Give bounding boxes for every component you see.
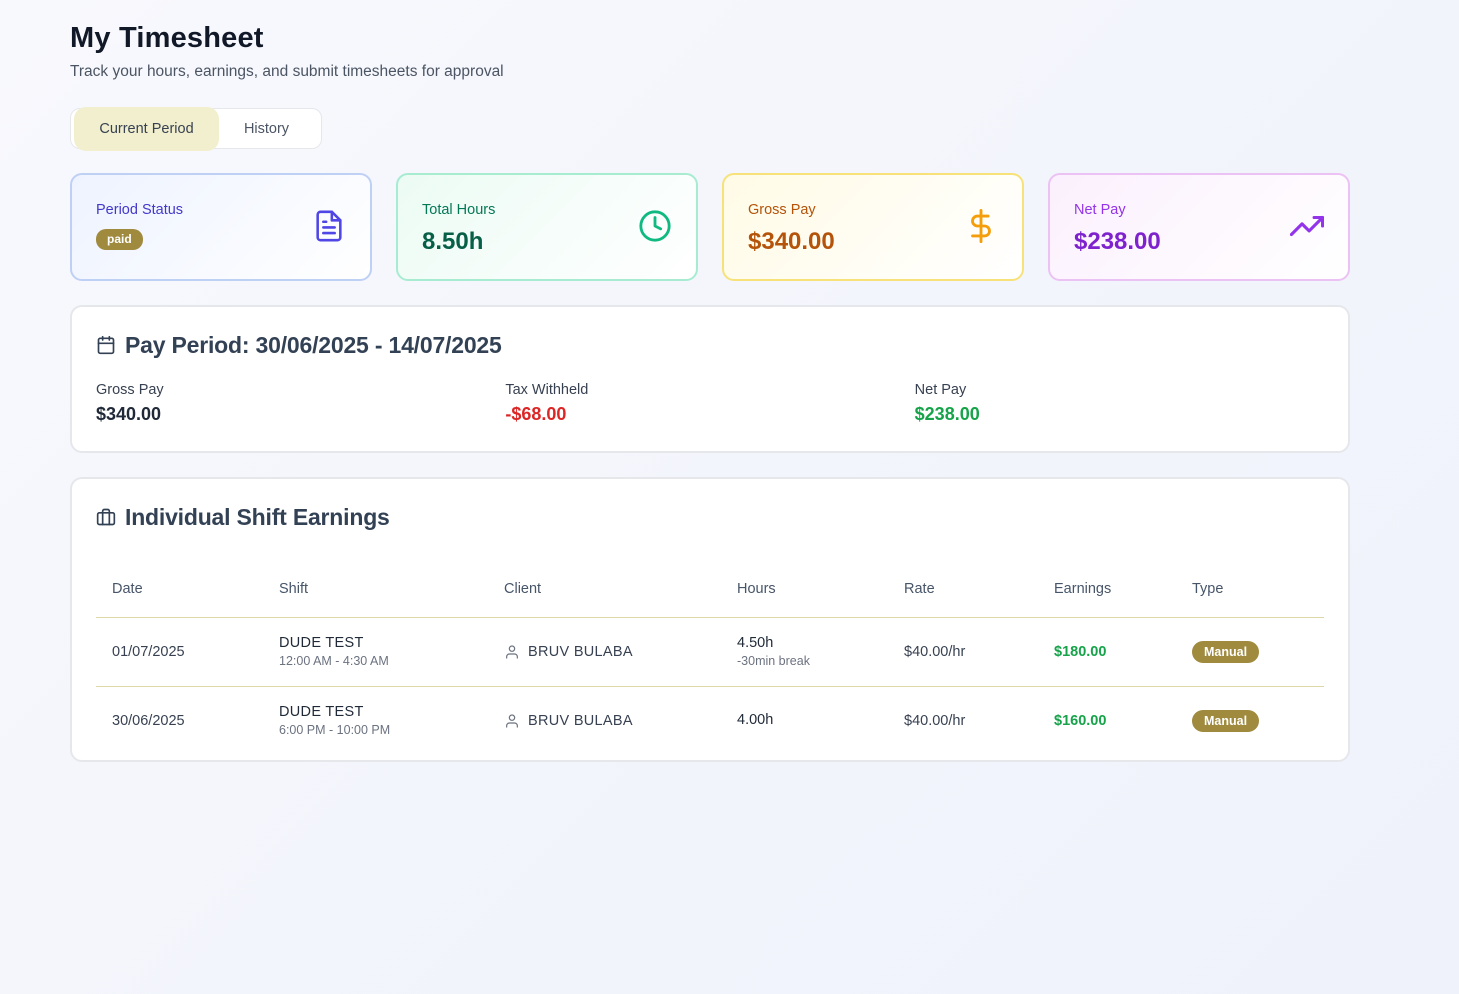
total-hours-card: Total Hours 8.50h	[396, 173, 698, 281]
cell-hours: 4.00h	[721, 686, 888, 755]
summary-tax-label: Tax Withheld	[505, 382, 589, 398]
pay-period-panel: Pay Period: 30/06/2025 - 14/07/2025 Gros…	[70, 305, 1350, 453]
hours-value: 4.00h	[737, 712, 774, 729]
shift-name: DUDE TEST	[279, 703, 364, 720]
tab-history[interactable]: History	[219, 107, 314, 151]
pay-summary: Gross Pay $340.00 Tax Withheld -$68.00 N…	[96, 381, 1324, 425]
type-badge: Manual	[1192, 640, 1260, 663]
tab-current-period[interactable]: Current Period	[74, 106, 219, 151]
total-hours-label: Total Hours	[422, 202, 496, 218]
summary-net-label: Net Pay	[914, 382, 967, 398]
status-badge: paid	[96, 229, 143, 250]
gross-pay-value: $340.00	[748, 228, 835, 255]
cell-rate: $40.00/hr	[904, 712, 966, 729]
shift-time: 12:00 AM - 4:30 AM	[279, 653, 389, 668]
type-badge: Manual	[1192, 709, 1260, 732]
gross-pay-card: Gross Pay $340.00	[722, 173, 1024, 281]
trending-up-icon	[1290, 215, 1324, 237]
shift-earnings-title: Individual Shift Earnings	[125, 504, 390, 530]
user-icon	[506, 644, 518, 659]
summary-net-value: $238.00	[914, 404, 980, 424]
summary-cards: Period Status paid Total Hours 8.50h Gro…	[70, 173, 1459, 281]
summary-net: Net Pay $238.00	[915, 381, 1324, 425]
client-name: BRUV BULABA	[528, 712, 633, 729]
net-pay-label: Net Pay	[1074, 202, 1126, 218]
user-icon	[506, 714, 518, 728]
col-shift[interactable]: Shift	[263, 561, 488, 618]
net-pay-card: Net Pay $238.00	[1048, 173, 1350, 281]
cell-hours: 4.50h -30min break	[721, 617, 888, 687]
dollar-icon	[971, 209, 991, 243]
col-client[interactable]: Client	[488, 561, 721, 618]
shift-earnings-panel: Individual Shift Earnings Date Shift Cli…	[70, 477, 1350, 762]
clock-icon	[639, 210, 671, 242]
document-icon	[316, 210, 342, 242]
gross-pay-label: Gross Pay	[748, 202, 816, 218]
table-row[interactable]: 30/06/2025 DUDE TEST 6:00 PM - 10:00 PM …	[96, 686, 1324, 755]
cell-date: 01/07/2025	[96, 617, 263, 687]
summary-gross-label: Gross Pay	[96, 382, 164, 398]
col-rate[interactable]: Rate	[888, 561, 1038, 618]
total-hours-value: 8.50h	[422, 228, 484, 255]
shift-name: DUDE TEST	[279, 634, 364, 651]
briefcase-icon	[96, 508, 116, 526]
summary-tax: Tax Withheld -$68.00	[505, 381, 914, 425]
col-hours[interactable]: Hours	[721, 561, 888, 618]
period-status-label: Period Status	[96, 202, 184, 218]
period-status-card: Period Status paid	[70, 173, 372, 281]
col-earnings[interactable]: Earnings	[1038, 561, 1176, 618]
summary-tax-value: -$68.00	[505, 404, 567, 424]
page-subtitle: Track your hours, earnings, and submit t…	[70, 63, 504, 80]
pay-period-title: Pay Period: 30/06/2025 - 14/07/2025	[125, 332, 502, 358]
shift-table: Date Shift Client Hours Rate Earnings Ty…	[96, 561, 1324, 755]
col-date[interactable]: Date	[96, 561, 263, 618]
cell-earnings: $160.00	[1054, 712, 1107, 729]
shift-time: 6:00 PM - 10:00 PM	[279, 722, 391, 737]
table-header-row: Date Shift Client Hours Rate Earnings Ty…	[96, 561, 1324, 618]
summary-gross-value: $340.00	[96, 404, 162, 424]
timesheet-page: My Timesheet Track your hours, earnings,…	[0, 0, 1459, 994]
client-name: BRUV BULABA	[528, 643, 633, 660]
cell-type: Manual	[1176, 617, 1324, 687]
cell-client: BRUV BULABA	[488, 686, 721, 755]
cell-earnings: $180.00	[1038, 617, 1176, 687]
calendar-icon	[97, 335, 115, 355]
cell-date: 30/06/2025	[112, 712, 185, 729]
cell-shift: DUDE TEST 6:00 PM - 10:00 PM	[263, 686, 488, 755]
net-pay-value: $238.00	[1074, 228, 1161, 255]
page-title: My Timesheet	[70, 22, 264, 54]
hours-value: 4.50h	[737, 634, 774, 651]
cell-shift: DUDE TEST 12:00 AM - 4:30 AM	[263, 617, 488, 687]
cell-type: Manual	[1176, 686, 1324, 755]
summary-gross: Gross Pay $340.00	[96, 381, 505, 425]
break-note: -30min break	[737, 653, 810, 668]
col-type[interactable]: Type	[1176, 561, 1324, 618]
cell-client: BRUV BULABA	[488, 617, 721, 687]
cell-rate: $40.00/hr	[888, 617, 1038, 687]
table-row[interactable]: 01/07/2025 DUDE TEST 12:00 AM - 4:30 AM …	[96, 617, 1324, 687]
period-tabs: Current Period History	[70, 106, 322, 151]
